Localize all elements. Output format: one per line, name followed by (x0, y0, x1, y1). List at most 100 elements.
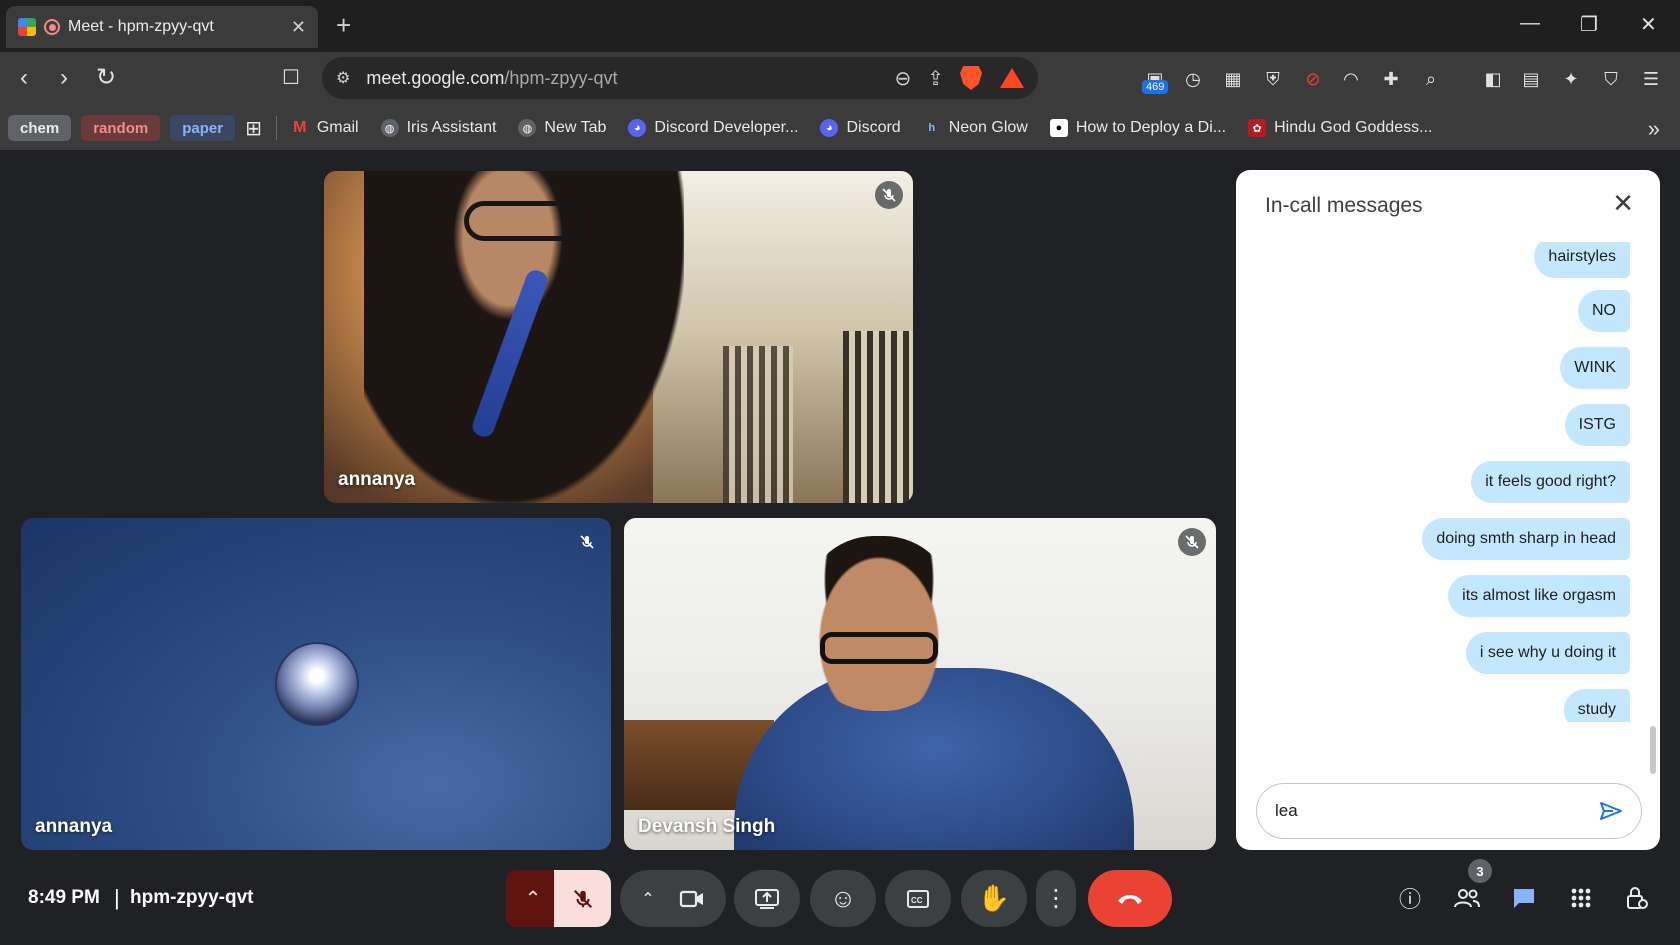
participant-tile[interactable]: Devansh Singh (624, 518, 1216, 850)
restore-icon[interactable]: ❐ (1580, 12, 1598, 37)
url-host: meet.google.com (366, 67, 505, 88)
present-icon (755, 888, 779, 909)
participant-video (804, 536, 954, 711)
vpn-icon[interactable]: ⛉ (1598, 66, 1624, 92)
extension-search-icon[interactable]: ⌕ (1418, 66, 1444, 92)
bookmark-group-random[interactable]: random (81, 115, 161, 141)
mic-toggle-button[interactable] (554, 870, 611, 927)
url-text[interactable]: meet.google.com/hpm-zpyy-qvt (366, 68, 878, 89)
image-icon: ✿ (1248, 119, 1267, 137)
bookmark-neon-glow[interactable]: h Neon Glow (923, 119, 1028, 137)
navigation-bar: ‹ › ↻ ☐ ⚙ meet.google.com/hpm-zpyy-qvt ⊖… (0, 52, 1680, 106)
bookmark-new-tab[interactable]: ◍ New Tab (518, 119, 606, 137)
extension-block-icon[interactable]: ⊘ (1300, 66, 1326, 92)
mic-off-icon (573, 889, 592, 908)
video-background (723, 346, 793, 503)
present-screen-button[interactable] (734, 870, 800, 927)
close-window-icon[interactable]: ✕ (1640, 12, 1657, 37)
more-options-button[interactable]: ⋮ (1036, 870, 1076, 927)
svg-text:CC: CC (911, 896, 923, 905)
camera-control-group: ⌃ (620, 870, 726, 927)
bookmark-group-chem[interactable]: chem (8, 115, 72, 141)
share-icon[interactable]: ⇪ (927, 66, 944, 91)
brave-rewards-icon[interactable] (1000, 68, 1024, 88)
back-icon[interactable]: ‹ (20, 64, 28, 92)
in-call-messages-panel: In-call messages ✕ hairstyles NO WINK IS… (1236, 170, 1660, 850)
participant-tile[interactable]: annanya (21, 518, 611, 850)
chat-message: doing smth sharp in head (1422, 518, 1630, 560)
emoji-icon: ☺ (829, 883, 857, 913)
chevron-up-icon: ⌃ (524, 888, 542, 910)
reload-icon[interactable]: ↻ (96, 64, 116, 92)
camera-icon[interactable] (679, 889, 705, 909)
zoom-icon[interactable]: ⊖ (894, 66, 911, 91)
globe-icon: ◍ (380, 119, 399, 137)
url-path: /hpm-zpyy-qvt (504, 67, 618, 88)
address-bar[interactable]: ⚙ meet.google.com/hpm-zpyy-qvt ⊖ ⇪ (322, 57, 1038, 99)
participant-video (820, 632, 938, 664)
chat-message: WINK (1560, 347, 1630, 389)
extension-rainbow-icon[interactable]: ◠ (1338, 66, 1364, 92)
hang-up-icon (1118, 894, 1142, 904)
menu-icon[interactable]: ☰ (1638, 66, 1664, 92)
bookmark-discord-developer[interactable]: ◕ Discord Developer... (628, 119, 798, 137)
apps-grid-icon[interactable]: ⊞ (245, 116, 262, 141)
medium-icon: ● (1049, 119, 1068, 137)
site-settings-icon[interactable]: ⚙ (336, 68, 350, 88)
host-controls-lock-icon[interactable] (1622, 883, 1652, 913)
bookmark-discord[interactable]: ◕ Discord (820, 119, 901, 137)
extension-shield-icon[interactable]: ⛨ (1260, 66, 1286, 92)
forward-icon[interactable]: › (60, 64, 68, 92)
hashnode-icon: h (928, 122, 936, 134)
reactions-button[interactable]: ☺ (810, 870, 876, 927)
bookmark-hindu-god[interactable]: ✿ Hindu God Goddess... (1248, 119, 1432, 137)
active-tab[interactable]: Meet - hpm-zpyy-qvt ✕ (6, 6, 318, 48)
recording-icon (44, 19, 60, 35)
brave-shields-icon[interactable] (960, 66, 982, 90)
message-input[interactable] (1275, 801, 1599, 821)
meeting-separator: | (114, 885, 120, 910)
bookmark-iris-assistant[interactable]: ◍ Iris Assistant (380, 119, 496, 137)
extension-qr-icon[interactable]: ▦ (1220, 66, 1246, 92)
wallet-icon[interactable]: ▤ (1518, 66, 1544, 92)
extension-clock-icon[interactable]: ◷ (1180, 66, 1206, 92)
bookmark-label: Discord Developer... (654, 119, 799, 136)
meeting-details-icon[interactable]: ⓘ (1395, 883, 1425, 913)
participant-name: annanya (338, 469, 416, 490)
send-icon[interactable] (1599, 801, 1623, 821)
bookmark-how-to-deploy[interactable]: ● How to Deploy a Di... (1049, 119, 1226, 137)
message-list[interactable]: hairstyles NO WINK ISTG it feels good ri… (1236, 242, 1654, 722)
audio-options-button[interactable]: ⌃ (506, 870, 560, 927)
chat-icon[interactable] (1509, 883, 1539, 913)
message-scrollbar[interactable] (1650, 726, 1656, 774)
bookmark-gmail[interactable]: M Gmail (291, 119, 358, 137)
raise-hand-button[interactable]: ✋ (961, 870, 1027, 927)
captions-button[interactable]: CC (885, 870, 951, 927)
activities-grid-icon[interactable] (1566, 883, 1596, 913)
minimize-icon[interactable]: — (1520, 12, 1540, 35)
chevron-up-icon[interactable]: ⌃ (641, 889, 654, 909)
leo-ai-icon[interactable]: ✦ (1558, 66, 1584, 92)
close-tab-icon[interactable]: ✕ (291, 17, 306, 38)
new-tab-icon[interactable]: + (336, 12, 351, 38)
bookmark-label: Neon Glow (948, 119, 1028, 136)
panel-title: In-call messages (1265, 194, 1423, 217)
extensions-puzzle-icon[interactable]: ✚ (1378, 66, 1404, 92)
chat-message: study (1563, 689, 1630, 722)
leave-call-button[interactable] (1088, 870, 1172, 927)
bookmark-icon[interactable]: ☐ (282, 64, 300, 92)
meet-favicon-icon (18, 18, 36, 36)
mic-off-icon (875, 181, 903, 209)
tab-strip: Meet - hpm-zpyy-qvt ✕ + — ❐ ✕ (0, 0, 1680, 52)
participant-video (734, 668, 1134, 850)
people-icon[interactable] (1452, 883, 1482, 913)
close-panel-icon[interactable]: ✕ (1612, 188, 1634, 219)
meeting-code: hpm-zpyy-qvt (130, 887, 254, 908)
chat-message: it feels good right? (1471, 461, 1630, 503)
bookmark-group-paper[interactable]: paper (170, 115, 236, 141)
tab-title: Meet - hpm-zpyy-qvt (68, 18, 214, 35)
sidebar-icon[interactable]: ◧ (1480, 66, 1506, 92)
meet-stage: annanya annanya Devansh Singh In-call me… (0, 150, 1680, 945)
participant-tile[interactable]: annanya (324, 171, 913, 503)
more-bookmarks-icon[interactable]: » (1648, 116, 1660, 142)
